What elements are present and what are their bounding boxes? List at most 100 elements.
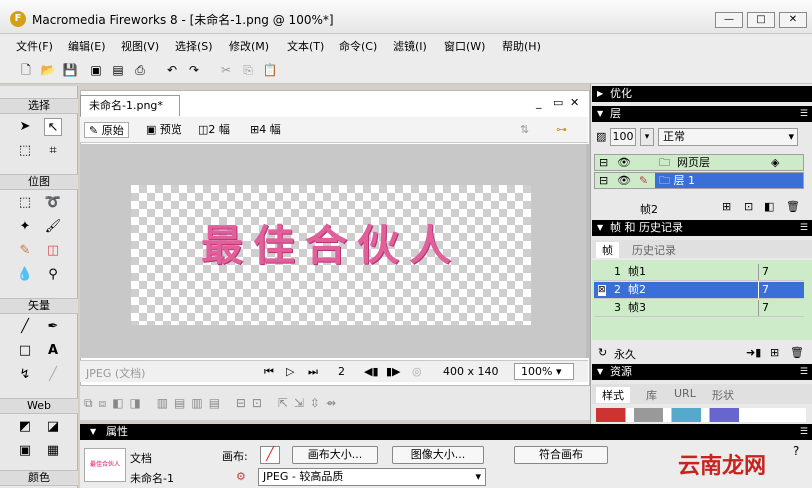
frames-history-panel-header[interactable]: ▼ 帧 和 历史记录 ☰	[592, 220, 812, 236]
menu-modify[interactable]: 修改(M)	[229, 38, 269, 54]
menu-file[interactable]: 文件(F)	[16, 38, 53, 54]
menu-text[interactable]: 文本(T)	[287, 38, 324, 54]
next-frame-icon[interactable]: ▮▶	[386, 365, 401, 378]
magic-wand-tool-icon[interactable]: ✦	[16, 218, 34, 236]
panel-menu-icon[interactable]: ☰	[800, 220, 808, 236]
menu-filters[interactable]: 滤镜(I)	[393, 38, 427, 54]
menu-select[interactable]: 选择(S)	[175, 38, 213, 54]
new-layer-icon[interactable]: ⊡	[744, 200, 753, 213]
blend-mode-select[interactable]: 正常 ▾	[658, 128, 798, 146]
slice-tool-icon[interactable]: ◪	[44, 418, 62, 436]
image-size-button[interactable]: 图像大小...	[392, 446, 484, 464]
opacity-dropdown-icon[interactable]: ▾	[640, 128, 654, 146]
frame-delay[interactable]: 7	[758, 300, 769, 316]
layer-opacity-input[interactable]: 100	[610, 128, 636, 146]
view-2up-button[interactable]: ◫2 幅	[194, 122, 234, 138]
view-preview-button[interactable]: ▣ 预览	[142, 122, 186, 138]
knife-tool-icon[interactable]: ╱	[44, 366, 62, 384]
marquee-tool-icon[interactable]: ⬚	[16, 194, 34, 212]
lasso-tool-icon[interactable]: ➰	[44, 194, 62, 212]
play-icon[interactable]: ▷	[286, 365, 294, 378]
copy-icon[interactable]: ⎘	[240, 62, 256, 78]
hotspot-tool-icon[interactable]: ◩	[16, 418, 34, 436]
last-frame-icon[interactable]: ⏭	[308, 365, 318, 379]
cut-icon[interactable]: ✂	[218, 62, 234, 78]
collapse-layer-icon[interactable]: ⊟	[599, 155, 608, 171]
launch-external-icon[interactable]: ⊶	[556, 122, 567, 138]
import-icon[interactable]: ▣	[88, 62, 104, 78]
line-tool-icon[interactable]: ╱	[16, 318, 34, 336]
panel-menu-icon[interactable]: ☰	[800, 424, 808, 440]
hide-slices-icon[interactable]: ▣	[16, 442, 34, 460]
undo-icon[interactable]: ↶	[164, 62, 180, 78]
new-file-icon[interactable]: 🗋	[18, 62, 34, 78]
loop-icon[interactable]: ↻	[598, 346, 607, 359]
zoom-select[interactable]: 100% ▾	[514, 363, 574, 380]
pencil-tool-icon[interactable]: ✎	[16, 242, 34, 260]
first-frame-icon[interactable]: ⏮	[264, 365, 274, 379]
close-button[interactable]: ✕	[779, 12, 807, 28]
minimize-button[interactable]: —	[715, 12, 743, 28]
frame-delay[interactable]: 7	[758, 282, 769, 298]
tab-frames[interactable]: 帧	[596, 242, 619, 258]
canvas-text[interactable]: 最佳合伙人	[131, 212, 531, 273]
open-file-icon[interactable]: 📂	[40, 62, 56, 78]
layers-panel-header[interactable]: ▼ 层 ☰	[592, 106, 812, 122]
frame-delay[interactable]: 7	[758, 264, 769, 280]
prev-frame-icon[interactable]: ◀▮	[364, 365, 379, 378]
crop-tool-icon[interactable]: ⌗	[44, 142, 62, 160]
menu-window[interactable]: 窗口(W)	[444, 38, 485, 54]
tab-url[interactable]: URL	[674, 387, 696, 400]
frame-row[interactable]: 3 帧3 7	[594, 300, 804, 317]
export-format-select[interactable]: JPEG - 较高品质 ▾	[258, 468, 486, 486]
distribute-to-frames-icon[interactable]: ➜▮	[746, 346, 761, 359]
delete-layer-icon[interactable]: 🗑	[786, 200, 800, 213]
export-icon[interactable]: ▤	[110, 62, 126, 78]
menu-edit[interactable]: 编辑(E)	[68, 38, 106, 54]
paste-icon[interactable]: 📋	[262, 62, 278, 78]
visibility-eye-icon[interactable]: 👁	[617, 155, 631, 171]
visibility-eye-icon[interactable]: 👁	[617, 173, 631, 189]
eraser-tool-icon[interactable]: ◫	[44, 242, 62, 260]
new-sublayer-icon[interactable]: ⊞	[722, 200, 731, 213]
pen-tool-icon[interactable]: ✒	[44, 318, 62, 336]
layer-row-selected[interactable]: ⊟ 👁 ✎ 🗀 层 1	[594, 172, 804, 189]
rubber-stamp-tool-icon[interactable]: ⚲	[44, 266, 62, 284]
freeform-tool-icon[interactable]: ↯	[16, 366, 34, 384]
scale-tool-icon[interactable]: ⬚	[16, 142, 34, 160]
style-swatches[interactable]	[596, 408, 806, 422]
assets-panel-header[interactable]: ▼ 资源 ☰	[592, 364, 812, 380]
text-tool-icon[interactable]: A	[44, 342, 62, 360]
help-icon[interactable]: ?	[793, 444, 799, 458]
menu-help[interactable]: 帮助(H)	[502, 38, 541, 54]
loop-label[interactable]: 永久	[614, 346, 636, 362]
new-frame-icon[interactable]: ⊞	[770, 346, 779, 359]
canvas-size-button[interactable]: 画布大小...	[292, 446, 378, 464]
tab-styles[interactable]: 样式	[596, 387, 630, 403]
alignment-icons[interactable]: ⧉⧈◧◨ ▥▤▥▤ ⊟⊡ ⇱⇲⇳⇴	[84, 396, 342, 411]
doc-minimize-button[interactable]: _	[536, 96, 542, 109]
canvas-size-readout[interactable]: 400 x 140	[443, 365, 499, 378]
add-mask-icon[interactable]: ◧	[764, 200, 774, 213]
onion-skin-icon[interactable]: ⊠	[598, 285, 606, 296]
view-4up-button[interactable]: ⊞4 幅	[246, 122, 285, 138]
layer-row[interactable]: ⊟ 👁 🗀 网页层 ◈	[594, 154, 804, 171]
fit-canvas-button[interactable]: 符合画布	[514, 446, 608, 464]
panel-menu-icon[interactable]: ☰	[800, 106, 808, 122]
menu-view[interactable]: 视图(V)	[121, 38, 159, 54]
doc-close-button[interactable]: ✕	[570, 96, 579, 109]
show-slices-icon[interactable]: ▦	[44, 442, 62, 460]
tab-library[interactable]: 库	[646, 387, 657, 403]
blur-tool-icon[interactable]: 💧	[16, 266, 34, 284]
tab-shapes[interactable]: 形状	[712, 387, 734, 403]
document-tab[interactable]: 未命名-1.png*	[80, 95, 180, 116]
tab-history[interactable]: 历史记录	[632, 242, 676, 258]
optimize-panel-header[interactable]: ▶ 优化	[592, 86, 812, 102]
print-icon[interactable]: ⎙	[132, 62, 148, 78]
collapse-layer-icon[interactable]: ⊟	[599, 173, 608, 189]
delete-frame-icon[interactable]: 🗑	[790, 346, 804, 359]
canvas-color-swatch[interactable]: ╱	[260, 446, 280, 464]
frame-row-selected[interactable]: ⊠ 2 帧2 7	[594, 282, 804, 299]
pointer-tool-icon[interactable]: ➤	[16, 118, 34, 136]
doc-restore-button[interactable]: ▭	[553, 96, 563, 109]
